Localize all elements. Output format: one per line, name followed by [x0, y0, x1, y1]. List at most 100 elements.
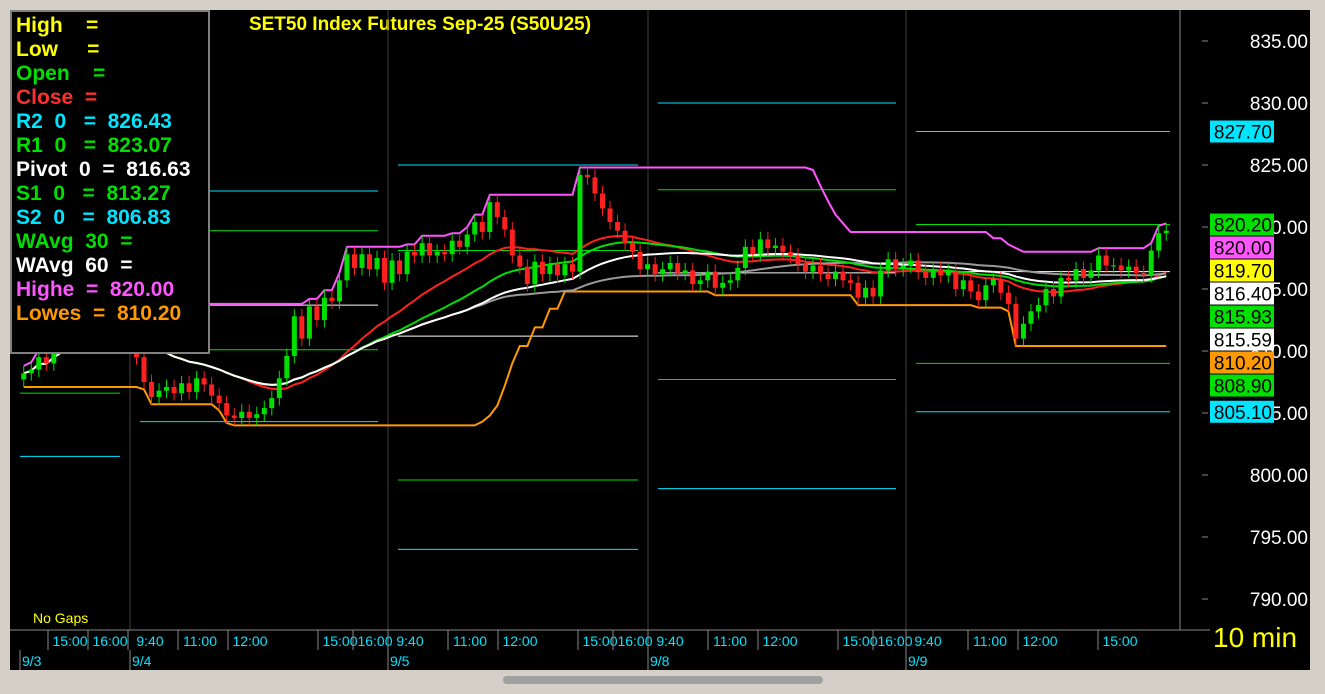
- candle-body: [284, 355, 290, 379]
- candle-body: [1148, 250, 1154, 276]
- candle-body: [727, 280, 733, 283]
- candle-body: [351, 254, 357, 268]
- y-tick-label: 790.00: [1250, 590, 1308, 611]
- time-tick-label: 9:40: [136, 633, 163, 649]
- time-tick-label: 12:00: [502, 633, 537, 649]
- candle-body: [464, 234, 470, 247]
- candle-body: [885, 259, 891, 271]
- candle-body: [427, 243, 433, 256]
- candle-body: [690, 270, 696, 285]
- candle-body: [923, 271, 929, 278]
- candle-body: [637, 251, 643, 270]
- candle-body: [915, 260, 921, 272]
- timeframe-label[interactable]: 10 min: [1213, 622, 1297, 654]
- candle-body: [983, 285, 989, 301]
- info-row: Low =: [16, 38, 100, 61]
- candle-body: [1141, 272, 1147, 276]
- candle-body: [833, 271, 839, 280]
- candle-body: [517, 255, 523, 267]
- candle-body: [802, 264, 808, 272]
- candle-body: [757, 239, 763, 255]
- candle-body: [840, 271, 846, 281]
- candle-body: [539, 261, 545, 275]
- candle-body: [817, 265, 823, 275]
- candle-body: [344, 254, 350, 281]
- candle-body: [336, 280, 342, 302]
- candle-body: [622, 230, 628, 244]
- candle-body: [750, 246, 756, 255]
- candle-body: [1133, 266, 1139, 273]
- info-row: R2 0 = 826.43: [16, 110, 172, 133]
- date-label: 9/5: [390, 653, 410, 669]
- y-tick-label: 825.00: [1250, 156, 1308, 177]
- info-row: R1 0 = 823.07: [16, 134, 172, 157]
- candle-body: [712, 271, 718, 288]
- candle-body: [592, 177, 598, 194]
- candle-body: [224, 403, 230, 416]
- candle-body: [600, 193, 606, 209]
- candle-body: [607, 208, 613, 223]
- candle-body: [1103, 255, 1109, 266]
- candle-body: [930, 269, 936, 278]
- candle-body: [810, 265, 816, 272]
- candle-body: [156, 390, 162, 397]
- candle-body: [509, 229, 515, 256]
- candle-body: [990, 279, 996, 286]
- candle-body: [1020, 323, 1026, 339]
- info-row: Pivot 0 = 816.63: [16, 158, 191, 181]
- time-tick-label: 9:40: [914, 633, 941, 649]
- time-tick-label: 11:00: [973, 633, 1007, 649]
- price-tag-label: 819.70: [1214, 262, 1272, 283]
- time-tick-label: 16:00: [617, 633, 652, 649]
- date-label: 9/3: [22, 653, 42, 669]
- candle-body: [36, 357, 42, 370]
- candle-body: [1088, 270, 1094, 278]
- candle-body: [772, 245, 778, 249]
- candle-body: [1081, 269, 1087, 278]
- time-tick-label: 15:00: [842, 633, 877, 649]
- candle-body: [216, 395, 222, 404]
- time-tick-label: 16:00: [877, 633, 912, 649]
- candle-body: [968, 280, 974, 292]
- info-row: Highe = 820.00: [16, 278, 175, 301]
- candle-body: [547, 264, 553, 275]
- candle-body: [667, 262, 673, 270]
- price-tag-label: 810.20: [1214, 354, 1272, 375]
- candle-body: [397, 260, 403, 275]
- candle-body: [404, 251, 410, 275]
- time-tick-label: 15:00: [322, 633, 357, 649]
- scrollbar-thumb[interactable]: [503, 676, 823, 684]
- candle-body: [487, 202, 493, 232]
- candle-body: [765, 239, 771, 249]
- time-tick-label: 9:40: [656, 633, 683, 649]
- candle-body: [660, 269, 666, 275]
- candle-body: [472, 222, 478, 235]
- candle-body: [419, 243, 425, 256]
- candle-body: [1126, 266, 1132, 271]
- candle-body: [569, 264, 575, 272]
- candle-body: [870, 287, 876, 297]
- candle-body: [261, 408, 267, 415]
- time-tick-label: 15:00: [1102, 633, 1137, 649]
- info-row: High =: [16, 14, 99, 37]
- candle-body: [179, 383, 185, 394]
- candle-body: [975, 291, 981, 301]
- candle-body: [149, 382, 155, 397]
- candle-body: [306, 306, 312, 339]
- price-tag-label: 815.59: [1214, 331, 1272, 352]
- candle-body: [630, 243, 636, 252]
- candle-body: [780, 245, 786, 252]
- candle-body: [1066, 277, 1072, 281]
- info-row: Lowes = 810.20: [16, 302, 182, 325]
- candle-body: [855, 282, 861, 298]
- info-row: WAvg 60 =: [16, 254, 133, 277]
- time-tick-label: 12:00: [762, 633, 797, 649]
- candle-body: [1035, 305, 1041, 312]
- candle-body: [374, 258, 380, 270]
- candle-body: [1005, 292, 1011, 304]
- candle-body: [231, 415, 237, 418]
- candle-body: [1050, 289, 1056, 297]
- candle-body: [705, 271, 711, 281]
- candle-body: [28, 369, 34, 374]
- candle-body: [645, 264, 651, 270]
